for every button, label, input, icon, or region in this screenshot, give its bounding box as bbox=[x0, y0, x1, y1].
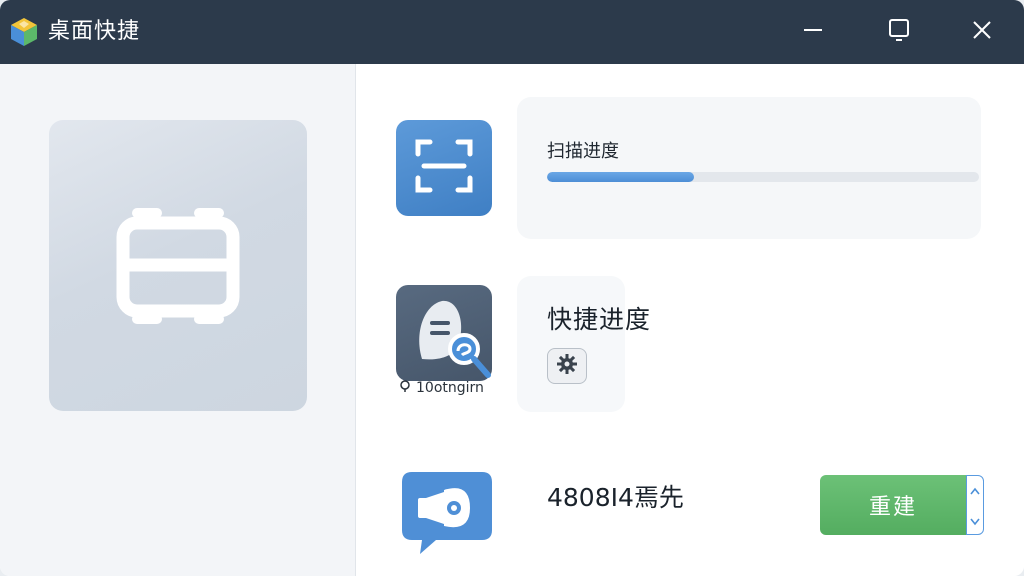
chevron-down-icon bbox=[970, 511, 980, 530]
left-panel bbox=[0, 64, 356, 576]
close-icon bbox=[971, 19, 993, 45]
megaphone-gear-icon bbox=[396, 468, 496, 572]
minimize-button[interactable] bbox=[793, 12, 833, 52]
maximize-button[interactable] bbox=[879, 12, 919, 52]
rebuild-dropdown-button[interactable] bbox=[966, 475, 984, 535]
search-document-icon bbox=[396, 283, 492, 383]
scan-progress-bar bbox=[547, 172, 979, 182]
title-bar: 桌面快捷 bbox=[0, 0, 1024, 64]
scan-progress-label: 扫描进度 bbox=[547, 141, 619, 162]
pin-icon bbox=[398, 379, 412, 397]
preview-card[interactable] bbox=[49, 120, 307, 411]
shortcut-progress-label: 快捷进度 bbox=[547, 305, 652, 334]
rebuild-button[interactable]: 重建 bbox=[820, 475, 966, 535]
window-frame-icon bbox=[113, 199, 243, 333]
minimize-icon bbox=[802, 19, 824, 45]
shortcut-tile-caption: 10otngirn bbox=[398, 379, 484, 397]
shortcut-caption-text: 10otngirn bbox=[416, 380, 484, 396]
scan-progress-fill bbox=[547, 172, 694, 182]
summary-tile[interactable] bbox=[396, 470, 496, 570]
app-window: 桌面快捷 扫描进度 10otngirn 快捷进度 4808I4焉先 重建 bbox=[0, 0, 1024, 576]
summary-count-label: 4808I4焉先 bbox=[547, 483, 684, 512]
shortcut-tile[interactable] bbox=[396, 285, 492, 381]
window-title: 桌面快捷 bbox=[48, 19, 141, 44]
maximize-icon bbox=[888, 18, 910, 46]
shortcut-settings-button[interactable] bbox=[547, 348, 587, 384]
app-logo-icon bbox=[8, 16, 40, 48]
scan-tile[interactable] bbox=[396, 120, 492, 216]
right-panel: 扫描进度 10otngirn 快捷进度 4808I4焉先 重建 bbox=[357, 64, 1024, 576]
scan-frame-icon bbox=[412, 134, 476, 202]
gear-icon bbox=[556, 353, 578, 379]
close-button[interactable] bbox=[962, 12, 1002, 52]
shortcut-card bbox=[517, 276, 625, 412]
chevron-up-icon bbox=[970, 480, 980, 499]
scan-progress-card: 扫描进度 bbox=[517, 97, 981, 239]
